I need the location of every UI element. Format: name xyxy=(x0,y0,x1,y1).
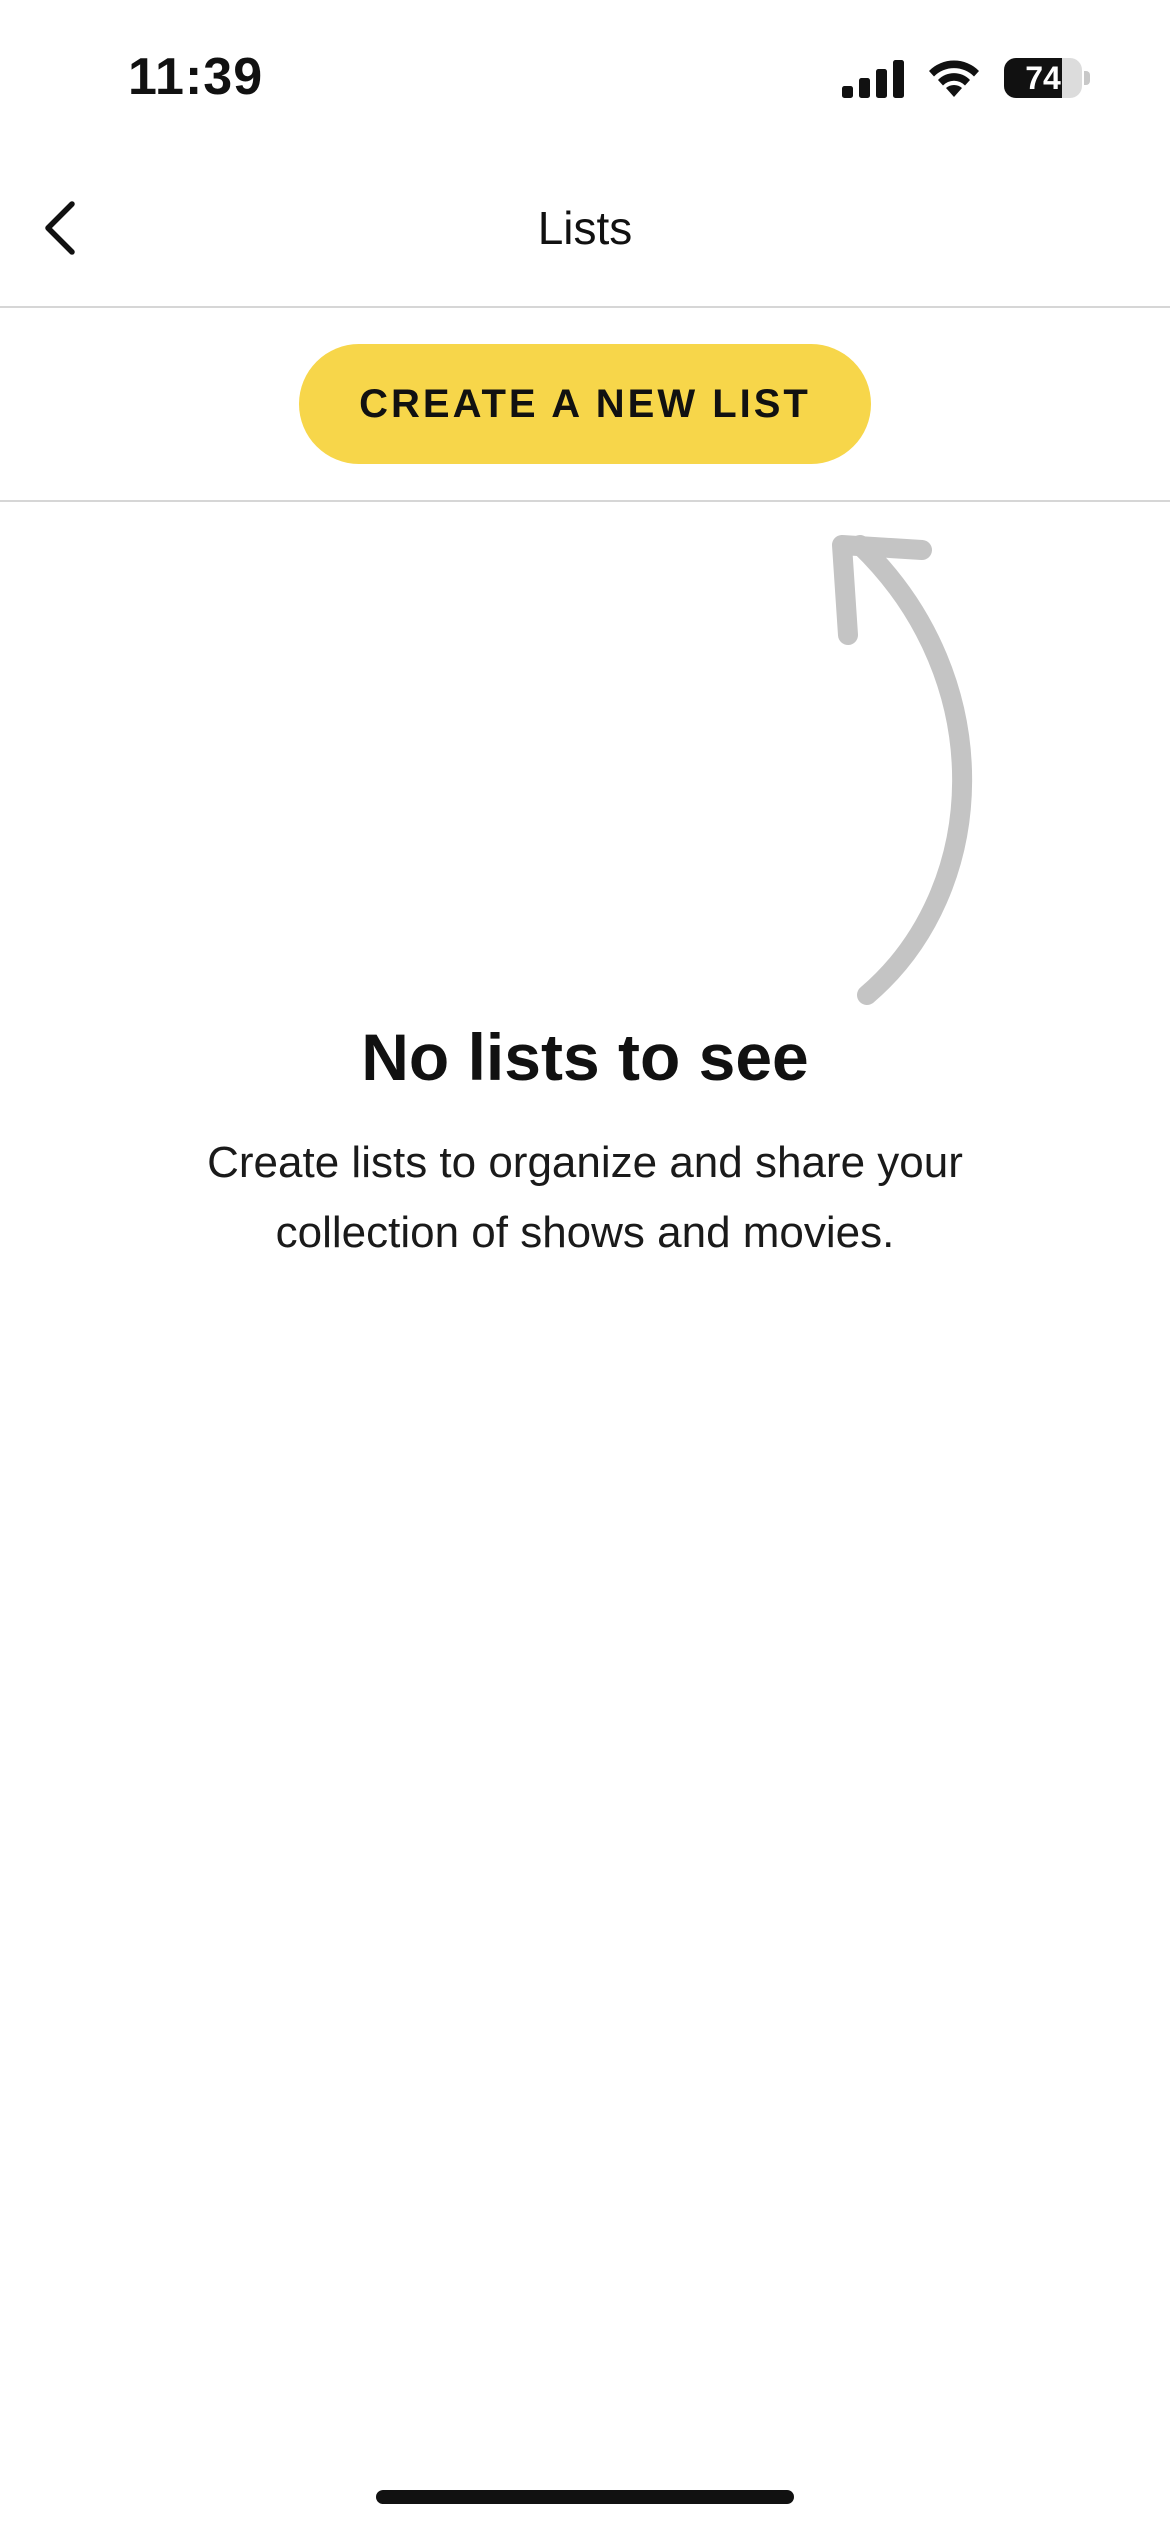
curved-arrow-up-icon xyxy=(832,535,973,1005)
status-icons: 74 xyxy=(842,56,1090,100)
battery-level: 74 xyxy=(1025,60,1061,96)
create-list-bar: CREATE A NEW LIST xyxy=(0,308,1170,502)
nav-header: Lists xyxy=(0,150,1170,308)
empty-state-title: No lists to see xyxy=(361,1020,809,1094)
empty-state-description: Create lists to organize and share your … xyxy=(207,1138,963,1257)
create-new-list-button[interactable]: CREATE A NEW LIST xyxy=(299,344,871,464)
status-bar: 11:39 74 xyxy=(0,0,1170,150)
battery-icon: 74 xyxy=(1004,58,1090,98)
battery-body: 74 xyxy=(1004,58,1082,98)
battery-tip xyxy=(1084,71,1090,85)
cellular-signal-icon xyxy=(842,60,904,98)
wifi-icon xyxy=(929,60,979,97)
page-title: Lists xyxy=(537,202,633,254)
status-time: 11:39 xyxy=(128,48,264,106)
home-indicator[interactable] xyxy=(376,2490,794,2504)
